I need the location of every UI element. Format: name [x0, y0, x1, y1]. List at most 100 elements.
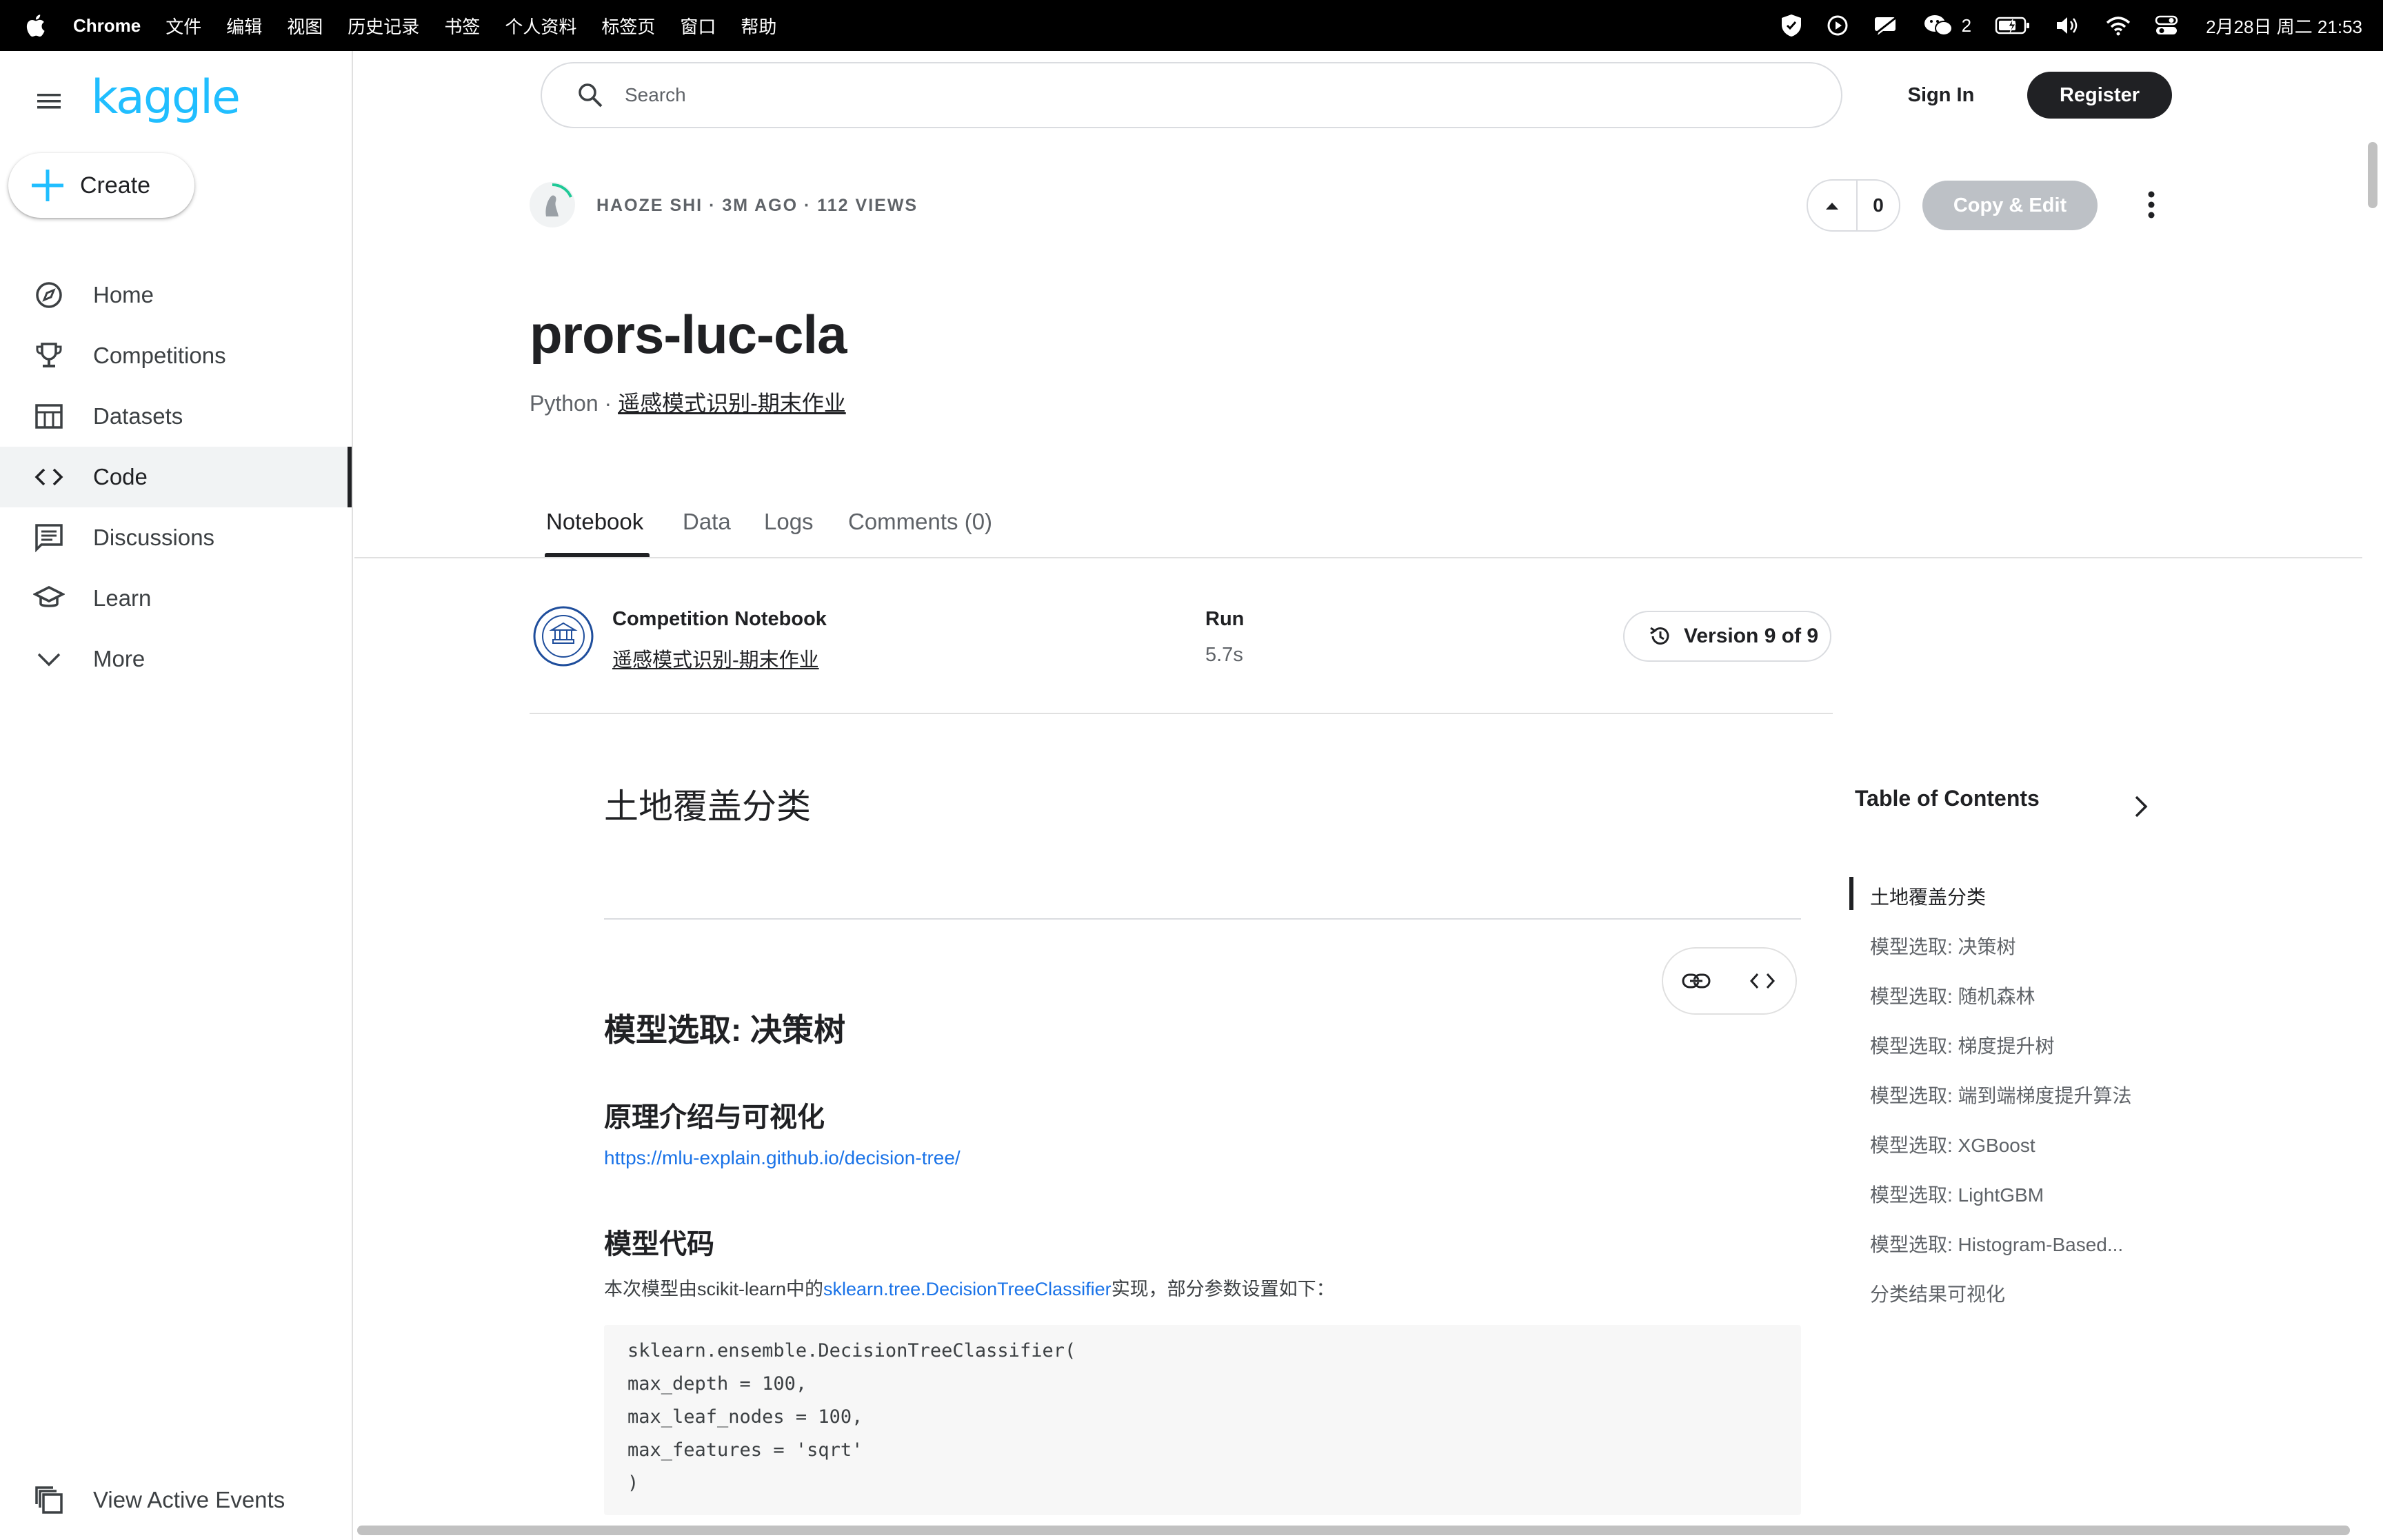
menu-history[interactable]: 历史记录	[348, 13, 419, 39]
search-input[interactable]	[625, 84, 1728, 106]
apple-icon[interactable]	[25, 0, 59, 51]
toc-item[interactable]: 分类结果可视化	[1870, 1279, 2005, 1307]
run-time: 5.7s	[1205, 644, 1243, 666]
shield-icon[interactable]	[1780, 13, 1803, 38]
chat-icon	[33, 522, 65, 554]
vertical-scrollbar-thumb[interactable]	[2368, 142, 2377, 208]
notebook-meta: HAOZE SHI · 3M AGO · 112 VIEWS	[596, 196, 918, 215]
sidebar-item-label: Competitions	[93, 343, 226, 368]
toc-item[interactable]: 模型选取: LightGBM	[1870, 1180, 2044, 1208]
trophy-icon	[33, 340, 65, 372]
toc-title: Table of Contents	[1855, 786, 2040, 811]
run-label: Run	[1205, 608, 1245, 630]
wechat-icon[interactable]: 2	[1923, 14, 1971, 37]
toc-item[interactable]: 模型选取: 随机森林	[1870, 982, 2035, 1009]
wechat-count: 2	[1961, 14, 1972, 36]
sidebar-item-code[interactable]: Code	[0, 447, 352, 507]
toc-item[interactable]: 模型选取: XGBoost	[1870, 1131, 2035, 1158]
control-center-icon[interactable]	[2155, 14, 2178, 37]
tab-logs[interactable]: Logs	[764, 509, 814, 535]
sidebar-item-discussions[interactable]: Discussions	[0, 507, 352, 568]
notebook-heading-code: 模型代码	[604, 1229, 714, 1259]
competition-link[interactable]: 遥感模式识别-期末作业	[618, 391, 846, 416]
code-icon	[33, 461, 65, 493]
sklearn-doc-link[interactable]: sklearn.tree.DecisionTreeClassifier	[823, 1279, 1112, 1299]
sidebar-item-label: Learn	[93, 585, 152, 611]
compass-icon	[33, 279, 65, 311]
toc-item[interactable]: 土地覆盖分类	[1870, 882, 1986, 910]
tab-comments[interactable]: Comments (0)	[848, 509, 992, 535]
cell-toolbar	[1662, 947, 1797, 1015]
menu-edit[interactable]: 编辑	[226, 13, 262, 39]
toc-item[interactable]: 模型选取: 梯度提升树	[1870, 1031, 2055, 1059]
code-line: )	[627, 1472, 639, 1494]
toc-item[interactable]: 模型选取: Histogram-Based...	[1870, 1230, 2123, 1257]
sidebar-item-home[interactable]: Home	[0, 265, 352, 325]
notebook-heading-model: 模型选取: 决策树	[604, 1012, 846, 1048]
sidebar-item-label: Datasets	[93, 403, 183, 429]
show-code-icon[interactable]	[1729, 947, 1796, 1015]
menu-file[interactable]: 文件	[165, 13, 201, 39]
version-history-button[interactable]: Version 9 of 9	[1623, 611, 1831, 662]
battery-icon[interactable]	[1995, 16, 2031, 35]
search-bar[interactable]	[541, 62, 1842, 128]
notebook-title: prors-luc-cla	[530, 304, 847, 365]
sidebar-item-more[interactable]: More	[0, 629, 352, 689]
competition-logo[interactable]	[532, 605, 594, 667]
upvote-button[interactable]	[1808, 181, 1858, 230]
sidebar-item-competitions[interactable]: Competitions	[0, 325, 352, 386]
para-text-after: 实现，部分参数设置如下：	[1111, 1279, 1335, 1299]
menu-bookmarks[interactable]: 书签	[444, 13, 480, 39]
horizontal-scrollbar[interactable]	[354, 1521, 2362, 1540]
menu-profiles[interactable]: 个人资料	[505, 13, 576, 39]
sidebar-item-label: Code	[93, 464, 148, 489]
competition-name-link[interactable]: 遥感模式识别-期末作业	[612, 644, 819, 673]
more-options-icon[interactable]	[2138, 188, 2165, 222]
toc-item[interactable]: 模型选取: 决策树	[1870, 932, 2016, 960]
code-line: max_depth = 100,	[627, 1373, 807, 1395]
create-button[interactable]: Create	[8, 153, 194, 218]
active-events-icon	[33, 1484, 65, 1516]
toc-item[interactable]: 模型选取: 端到端梯度提升算法	[1870, 1081, 2132, 1108]
code-line: max_leaf_nodes = 100,	[627, 1406, 863, 1428]
view-active-events-button[interactable]: View Active Events	[0, 1472, 352, 1528]
notebook-subtitle: Python · 遥感模式识别-期末作业	[530, 386, 846, 418]
horizontal-scrollbar-thumb[interactable]	[357, 1526, 2350, 1535]
model-description: 本次模型由scikit-learn中的sklearn.tree.Decision…	[604, 1274, 1335, 1301]
chevron-right-icon[interactable]	[2128, 793, 2153, 820]
author-avatar[interactable]	[530, 182, 575, 227]
sign-in-button[interactable]: Sign In	[1889, 69, 1993, 121]
register-button[interactable]: Register	[2027, 72, 2172, 119]
menu-window[interactable]: 窗口	[680, 13, 716, 39]
code-block[interactable]: sklearn.ensemble.DecisionTreeClassifier(…	[604, 1325, 1801, 1515]
sidebar-item-learn[interactable]: Learn	[0, 568, 352, 629]
menubar-clock[interactable]: 2月28日 周二 21:53	[2206, 13, 2362, 39]
version-label: Version 9 of 9	[1684, 625, 1819, 647]
tab-data[interactable]: Data	[683, 509, 731, 535]
hamburger-menu-icon[interactable]	[33, 85, 65, 117]
notification-bubble-icon[interactable]	[1872, 14, 1900, 37]
code-line: max_features = 'sqrt'	[627, 1439, 863, 1461]
vertical-scrollbar[interactable]	[2362, 138, 2383, 1523]
volume-icon[interactable]	[2054, 15, 2082, 36]
menu-help[interactable]: 帮助	[741, 13, 776, 39]
view-active-events-label: View Active Events	[93, 1487, 285, 1512]
copy-link-icon[interactable]	[1663, 947, 1729, 1015]
mlu-explain-link[interactable]: https://mlu-explain.github.io/decision-t…	[604, 1147, 961, 1169]
play-circle-icon[interactable]	[1827, 14, 1849, 37]
create-button-label: Create	[80, 172, 151, 199]
tab-notebook[interactable]: Notebook	[546, 509, 643, 535]
toc-active-indicator	[1849, 877, 1853, 910]
kaggle-logo[interactable]: kaggle	[91, 70, 241, 125]
sidebar-item-datasets[interactable]: Datasets	[0, 386, 352, 447]
left-sidebar: kaggle Create Home Competitions Datasets…	[0, 51, 353, 1540]
menu-view[interactable]: 视图	[287, 13, 323, 39]
competition-notebook-label: Competition Notebook	[612, 608, 827, 630]
macos-menu-bar: Chrome 文件 编辑 视图 历史记录 书签 个人资料 标签页 窗口 帮助 2	[0, 0, 2383, 51]
menu-app-name[interactable]: Chrome	[73, 15, 141, 37]
copy-edit-button[interactable]: Copy & Edit	[1922, 181, 2098, 230]
plus-icon	[29, 167, 66, 204]
table-icon	[33, 401, 65, 432]
wifi-icon[interactable]	[2105, 15, 2131, 36]
menu-tab[interactable]: 标签页	[601, 13, 655, 39]
